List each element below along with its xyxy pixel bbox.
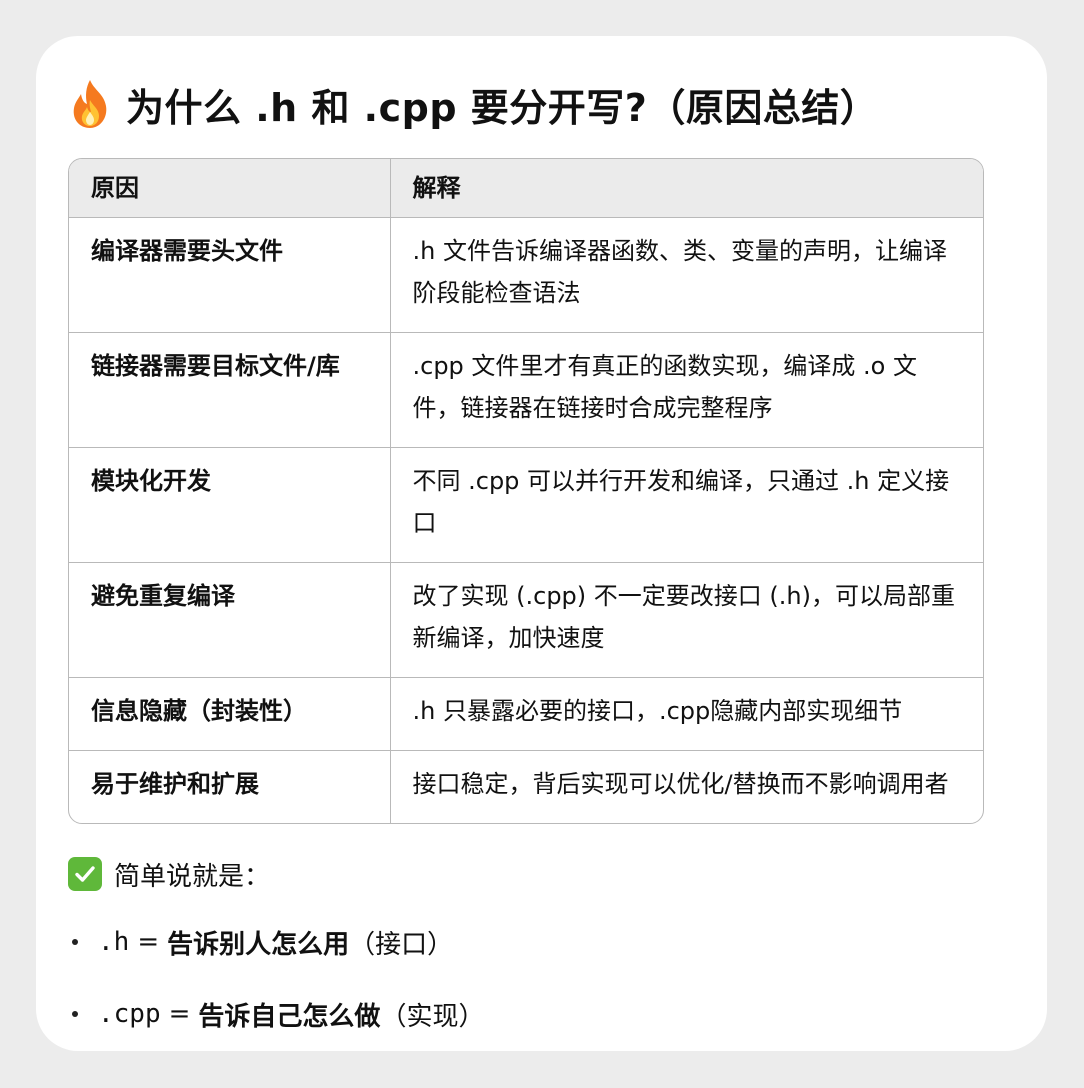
bullet-key: .cpp — [98, 999, 161, 1029]
bullet-dot — [72, 939, 78, 945]
reasons-table: 原因 解释 编译器需要头文件 .h 文件告诉编译器函数、类、变量的声明，让编译阶… — [68, 158, 984, 824]
explanation-cell: .h 只暴露必要的接口，.cpp隐藏内部实现细节 — [390, 677, 983, 751]
table-header-row: 原因 解释 — [69, 159, 983, 218]
column-header-explanation: 解释 — [390, 159, 983, 218]
bullet-key: .h — [98, 927, 130, 957]
title-row: 为什么 .h 和 .cpp 要分开写?（原因总结） — [68, 76, 1015, 132]
page-title: 为什么 .h 和 .cpp 要分开写?（原因总结） — [126, 85, 879, 130]
explanation-cell: 接口稳定，背后实现可以优化/替换而不影响调用者 — [412, 770, 949, 798]
table-row: 避免重复编译 改了实现 (.cpp) 不一定要改接口 (.h)，可以局部重新编译… — [69, 562, 983, 678]
table-row: 链接器需要目标文件/库 .cpp 文件里才有真正的函数实现，编译成 .o 文件，… — [69, 332, 983, 448]
reason-cell: 模块化开发 — [69, 447, 391, 563]
bullet-note: （接口） — [349, 929, 454, 960]
bullet-note: （实现） — [380, 1001, 485, 1032]
summary-bullet-list: .h = 告诉别人怎么用 （接口） .cpp = 告诉自己怎么做 （实现） — [68, 922, 1015, 1034]
check-mark-icon — [68, 857, 102, 891]
explanation-cell: 不同 .cpp 可以并行开发和编译，只通过 .h 定义接口 — [390, 447, 983, 563]
reason-cell: 编译器需要头文件 — [69, 217, 391, 333]
bullet-description: 告诉别人怎么用 — [167, 929, 350, 960]
bullet-description: 告诉自己怎么做 — [198, 1001, 381, 1032]
bullet-equals: = — [168, 999, 191, 1029]
reason-cell: 易于维护和扩展 — [69, 750, 391, 823]
reason-cell: 链接器需要目标文件/库 — [69, 332, 391, 448]
column-header-reason: 原因 — [69, 159, 391, 218]
table-row: 易于维护和扩展 接口稳定，背后实现可以优化/替换而不影响调用者 — [69, 750, 983, 823]
table-row: 编译器需要头文件 .h 文件告诉编译器函数、类、变量的声明，让编译阶段能检查语法 — [69, 217, 983, 333]
table-row: 信息隐藏（封装性） .h 只暴露必要的接口，.cpp隐藏内部实现细节 — [69, 677, 983, 751]
fire-icon — [73, 80, 107, 128]
content-card: 为什么 .h 和 .cpp 要分开写?（原因总结） 原因 解释 编译器需要头文件… — [36, 36, 1047, 1051]
reason-cell: 避免重复编译 — [69, 562, 391, 678]
bullet-equals: = — [137, 927, 160, 957]
summary-line: 简单说就是： — [68, 854, 1015, 894]
explanation-cell: .h 文件告诉编译器函数、类、变量的声明，让编译阶段能检查语法 — [390, 217, 983, 333]
summary-text: 简单说就是： — [114, 861, 271, 892]
table-row: 模块化开发 不同 .cpp 可以并行开发和编译，只通过 .h 定义接口 — [69, 447, 983, 563]
explanation-cell: .cpp 文件里才有真正的函数实现，编译成 .o 文件，链接器在链接时合成完整程… — [390, 332, 983, 448]
explanation-cell: 改了实现 (.cpp) 不一定要改接口 (.h)，可以局部重新编译，加快速度 — [390, 562, 983, 678]
list-item: .h = 告诉别人怎么用 （接口） — [68, 922, 1015, 962]
reason-cell: 信息隐藏（封装性） — [69, 677, 391, 751]
list-item: .cpp = 告诉自己怎么做 （实现） — [68, 994, 1015, 1034]
bullet-dot — [72, 1011, 78, 1017]
